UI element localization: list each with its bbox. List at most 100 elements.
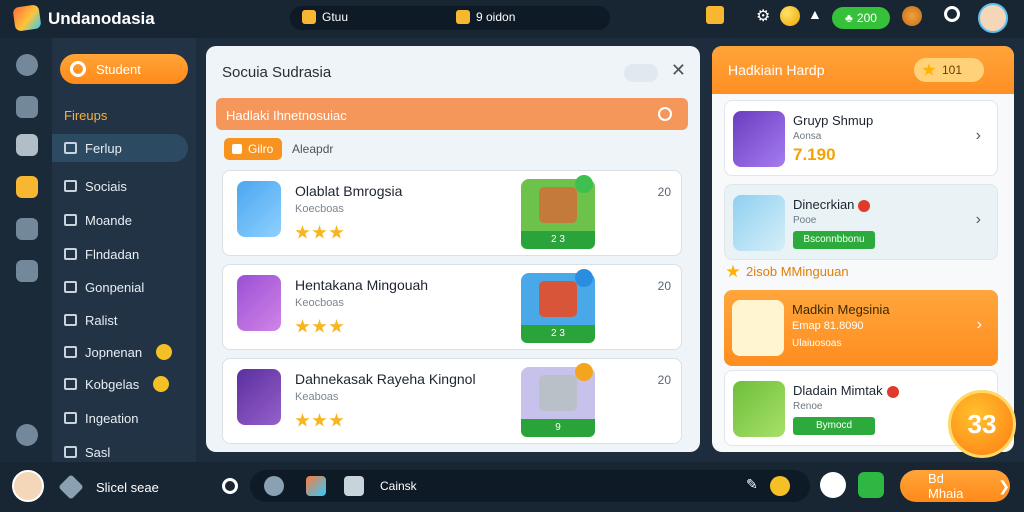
nav-icon bbox=[64, 248, 77, 260]
star-icon bbox=[329, 225, 344, 239]
top-status-pill: Gtuu 9 oidon bbox=[290, 6, 610, 30]
close-icon[interactable]: ✕ bbox=[671, 60, 686, 81]
nav-icon bbox=[64, 346, 77, 358]
users-icon[interactable] bbox=[16, 96, 38, 118]
diamond-icon[interactable] bbox=[58, 474, 84, 500]
user-avatar[interactable] bbox=[12, 470, 44, 502]
nav-item-6[interactable]: Jopnenan bbox=[60, 338, 190, 366]
gems-badge[interactable]: ♣ 200 bbox=[832, 7, 890, 29]
top-pill-item-2[interactable]: 9 oidon bbox=[456, 10, 515, 24]
chevron-right-icon[interactable]: › bbox=[977, 316, 982, 334]
task-card[interactable]: Olablat Bmrogsia Koecboas 2 3 20 bbox=[222, 170, 682, 256]
chest-icon bbox=[539, 375, 577, 411]
filter-chip[interactable]: Gilro bbox=[224, 138, 282, 160]
shop-card[interactable]: Dinecrkian Pooe Bsconnbbonu › bbox=[724, 184, 998, 260]
task-title: Hentakana Mingouah bbox=[295, 277, 429, 293]
reward-icon[interactable] bbox=[706, 6, 724, 24]
bag-icon bbox=[302, 10, 316, 24]
task-rating bbox=[295, 225, 344, 240]
reward-label: 2 3 bbox=[521, 231, 595, 249]
emoji-icon[interactable] bbox=[16, 54, 38, 76]
coin-icon bbox=[780, 6, 800, 26]
task-card[interactable]: Hentakana Mingouah Keocboas 2 3 20 bbox=[222, 264, 682, 350]
filter-icon bbox=[232, 144, 242, 154]
reward-tile[interactable]: 2 3 bbox=[521, 269, 595, 343]
star-icon bbox=[329, 413, 344, 427]
chat-icon[interactable] bbox=[264, 476, 284, 496]
help-icon[interactable] bbox=[16, 424, 38, 446]
girl-avatar-icon bbox=[237, 275, 281, 331]
ice-cube-icon bbox=[733, 195, 785, 251]
top-pill-item-1[interactable]: Gtuu bbox=[302, 10, 348, 24]
task-card[interactable]: Dahnekasak Rayeha Kingnol Keaboas 9 20 bbox=[222, 358, 682, 444]
nav-item-0[interactable]: Ferlup bbox=[52, 134, 188, 162]
star-icon bbox=[312, 413, 327, 427]
task-count: 20 bbox=[657, 373, 671, 387]
student-button[interactable]: Student bbox=[60, 54, 188, 84]
card-button[interactable]: Bsconnbbonu bbox=[793, 231, 875, 249]
coin-badge-icon bbox=[153, 376, 170, 392]
cookie-icon[interactable] bbox=[902, 6, 922, 26]
task-count: 20 bbox=[657, 185, 671, 199]
task-rating bbox=[295, 413, 344, 428]
refresh-icon[interactable] bbox=[658, 107, 672, 121]
nav-item-7[interactable]: Kobgelas bbox=[60, 370, 190, 398]
featured-shop-card[interactable]: Madkin Megsinia Emap 81.8090 Ulaiuosoas … bbox=[724, 290, 998, 366]
nav-icon bbox=[64, 314, 77, 326]
cup-icon[interactable] bbox=[344, 476, 364, 496]
inbox-icon[interactable] bbox=[16, 134, 38, 156]
task-subtitle: Koecboas bbox=[295, 203, 344, 215]
shop-card[interactable]: Gruyp Shmup Aonsa 7.190 › bbox=[724, 100, 998, 176]
nav-item-8[interactable]: Ingeation bbox=[60, 404, 190, 432]
nav-item-4[interactable]: Gonpenial bbox=[60, 273, 190, 301]
nav-item-2[interactable]: Moande bbox=[60, 206, 190, 234]
card-button[interactable]: Ulaiuosoas bbox=[792, 338, 841, 349]
task-count: 20 bbox=[657, 279, 671, 293]
bottom-label: Slicel seae bbox=[96, 480, 159, 495]
reward-label: 2 3 bbox=[521, 325, 595, 343]
calendar-icon bbox=[456, 10, 470, 24]
reward-tile[interactable]: 9 bbox=[521, 363, 595, 437]
card-button[interactable]: Bymocd bbox=[793, 417, 875, 435]
profile-ring-icon[interactable] bbox=[944, 6, 960, 22]
modal-toggle[interactable] bbox=[624, 64, 658, 82]
star-icon bbox=[329, 319, 344, 333]
star-icon bbox=[295, 413, 310, 427]
coin-icon[interactable] bbox=[770, 476, 790, 496]
nav-item-5[interactable]: Ralist bbox=[60, 306, 190, 334]
card-subtitle: Emap 81.8090 bbox=[792, 320, 864, 332]
search-icon bbox=[70, 61, 86, 77]
soccer-ball-icon[interactable] bbox=[820, 472, 846, 498]
nav-icon bbox=[64, 446, 77, 458]
reward-label: 9 bbox=[521, 419, 595, 437]
reward-tile[interactable]: 2 3 bbox=[521, 175, 595, 249]
nav-icon bbox=[64, 412, 77, 424]
user-avatar[interactable] bbox=[978, 3, 1008, 33]
card-title: Dladain Mimtak bbox=[793, 383, 899, 398]
sidebar-icon-rail bbox=[0, 38, 52, 462]
top-bar: Undanodasia Gtuu 9 oidon ⚙ ▲ ♣ 200 bbox=[0, 0, 1024, 38]
up-arrow-icon[interactable]: ▲ bbox=[808, 6, 822, 22]
chevron-right-icon[interactable]: › bbox=[976, 127, 981, 145]
task-subtitle: Keaboas bbox=[295, 391, 339, 403]
floating-action-button[interactable]: 33 bbox=[948, 390, 1016, 458]
nav-section-title: Fireups bbox=[64, 108, 108, 123]
cube-icon[interactable] bbox=[306, 476, 326, 496]
search-icon[interactable] bbox=[222, 478, 238, 494]
nav-icon bbox=[64, 142, 77, 154]
more-button[interactable]: Bd Mhaia ❯ bbox=[900, 470, 1010, 502]
edit-icon[interactable]: ✎ bbox=[746, 476, 766, 496]
building-icon[interactable] bbox=[16, 260, 38, 282]
task-title: Olablat Bmrogsia bbox=[295, 183, 403, 199]
shop-panel: Hadkiain Hardp 101 Gruyp Shmup Aonsa 7.1… bbox=[712, 46, 1014, 452]
chevron-right-icon[interactable]: › bbox=[976, 211, 981, 229]
nav-item-1[interactable]: Sociais bbox=[60, 172, 190, 200]
nav-item-3[interactable]: Flndadan bbox=[60, 240, 190, 268]
modal-title: Socuia Sudrasia bbox=[222, 64, 332, 81]
folder-icon[interactable] bbox=[16, 176, 38, 198]
person-icon[interactable] bbox=[16, 218, 38, 240]
check-icon bbox=[575, 363, 593, 381]
settings-icon[interactable]: ⚙ bbox=[756, 6, 770, 26]
coin-counter[interactable]: 101 bbox=[914, 58, 984, 82]
gift-icon[interactable] bbox=[858, 472, 884, 498]
